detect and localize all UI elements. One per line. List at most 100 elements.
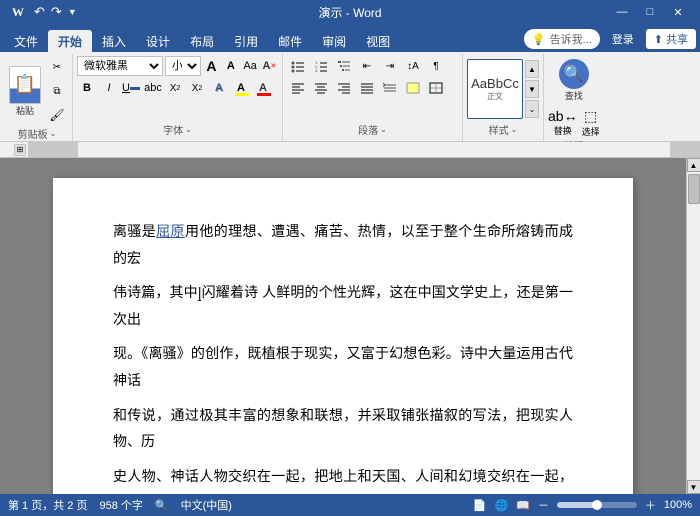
scroll-thumb[interactable] — [688, 174, 700, 204]
zoom-handle[interactable] — [592, 500, 602, 510]
format-painter-btn[interactable]: 🖌 — [46, 104, 68, 126]
scroll-up-btn[interactable]: ▲ — [687, 158, 700, 172]
paste-btn[interactable]: 📋 粘贴 — [6, 63, 44, 120]
clipboard-expand[interactable]: ⌄ — [50, 129, 57, 138]
document-area: 离骚是屈原用他的理想、遭遇、痛苦、热情，以至于整个生命所熔铸而成的宏 伟诗篇，其… — [0, 158, 700, 494]
font-size-select[interactable]: 小四 — [165, 56, 201, 76]
ribbon-tabs: 文件开始插入设计布局引用邮件审阅视图 — [0, 30, 400, 52]
decrease-indent-btn[interactable]: ⇤ — [356, 56, 378, 76]
view-read-btn[interactable]: 📖 — [516, 499, 530, 512]
increase-indent-btn[interactable]: ⇥ — [379, 56, 401, 76]
ribbon-tab-开始[interactable]: 开始 — [48, 30, 92, 52]
status-left: 第 1 页，共 2 页 958 个字 🔍 中文(中国) — [8, 497, 232, 513]
font-expand[interactable]: ⌄ — [185, 125, 192, 134]
para-expand[interactable]: ⌄ — [380, 125, 387, 134]
borders-btn[interactable] — [425, 78, 447, 98]
ribbon-tab-布局[interactable]: 布局 — [180, 30, 224, 52]
scroll-down-btn[interactable]: ▼ — [687, 480, 700, 494]
ruler-toggle[interactable]: ⊞ — [14, 144, 26, 156]
ribbon-tab-审阅[interactable]: 审阅 — [312, 30, 356, 52]
highlighted-text[interactable]: 屈原 — [156, 223, 185, 239]
multilevel-btn[interactable] — [333, 56, 355, 76]
numbering-btn[interactable]: 1.2.3. — [310, 56, 332, 76]
window-title: 演示 - Word — [318, 4, 381, 21]
font-group: 微软雅黑 小四 A A Aa A✕ B I U abc X2 X2 A — [73, 54, 283, 141]
sort-btn[interactable]: ↕A — [402, 56, 424, 76]
paste-label: 粘贴 — [16, 104, 34, 117]
ruler-left-margin — [28, 142, 78, 157]
find-label: 查找 — [565, 89, 583, 102]
svg-text:3.: 3. — [315, 68, 318, 73]
ribbon-right-controls: 💡 告诉我... 登录 ⬆ 共享 — [524, 29, 696, 52]
paragraph-4: 和传说，通过极其丰富的想象和联想，并采取铺张描叙的写法，把现实人物、历 — [113, 402, 573, 455]
strikethrough-btn[interactable]: abc — [143, 78, 163, 98]
quick-access-dropdown[interactable]: ▼ — [68, 7, 77, 17]
share-icon: ⬆ — [654, 33, 663, 46]
close-btn[interactable]: ✕ — [664, 0, 692, 24]
superscript-btn[interactable]: X2 — [187, 78, 207, 98]
ribbon-tab-视图[interactable]: 视图 — [356, 30, 400, 52]
font-name-select[interactable]: 微软雅黑 — [77, 56, 163, 76]
para-bottom-row — [287, 78, 458, 98]
align-right-btn[interactable] — [333, 78, 355, 98]
style-more-btn[interactable]: ⌄ — [525, 100, 539, 118]
bold-btn[interactable]: B — [77, 78, 97, 98]
clipboard-label: 剪贴板 ⌄ — [18, 126, 57, 143]
clipboard-group: 📋 粘贴 ✂ ⧉ 🖌 剪贴板 ⌄ — [2, 54, 73, 141]
normal-style[interactable]: AaBbCc 正文 — [467, 59, 523, 119]
text-effect-btn[interactable]: A — [209, 78, 229, 98]
text-highlight-btn[interactable]: A — [231, 78, 251, 98]
paragraph-3: 现。《离骚》的创作，既植根于现实，又富于幻想色彩。诗中大量运用古代神话 — [113, 340, 573, 393]
styles-expand[interactable]: ⌄ — [511, 125, 518, 134]
minimize-btn[interactable]: ― — [608, 0, 636, 24]
page-container: 离骚是屈原用他的理想、遭遇、痛苦、热情，以至于整个生命所熔铸而成的宏 伟诗篇，其… — [0, 158, 686, 494]
line-spacing-btn[interactable] — [379, 78, 401, 98]
language: 中文(中国) — [181, 497, 232, 513]
italic-btn[interactable]: I — [99, 78, 119, 98]
copy-btn[interactable]: ⧉ — [46, 80, 68, 102]
editing-controls: 🔍 查找 ab↔ 替换 ⬚ 选择 — [548, 56, 600, 138]
cut-btn[interactable]: ✂ — [46, 56, 68, 78]
window-controls: ― □ ✕ — [608, 0, 692, 24]
zoom-in-btn[interactable]: ＋ — [645, 497, 656, 513]
justify-btn[interactable] — [356, 78, 378, 98]
tell-me-box[interactable]: 💡 告诉我... — [524, 29, 600, 49]
ribbon-tab-插入[interactable]: 插入 — [92, 30, 136, 52]
view-print-btn[interactable]: 📄 — [473, 499, 487, 512]
ribbon-tab-邮件[interactable]: 邮件 — [268, 30, 312, 52]
show-hide-btn[interactable]: ¶ — [425, 56, 447, 76]
select-btn[interactable]: ⬚ 选择 — [582, 108, 600, 138]
quick-access-toolbar: W ↶ ↷ ▼ — [8, 4, 77, 21]
find-btn[interactable]: 🔍 查找 — [554, 56, 594, 105]
style-scroll-down[interactable]: ▼ — [525, 80, 539, 98]
replace-btn[interactable]: ab↔ 替换 — [548, 108, 578, 138]
font-shrink-btn[interactable]: A — [222, 56, 239, 76]
paragraph-label: 段落 ⌄ — [287, 122, 458, 139]
font-color-btn[interactable]: A — [253, 78, 273, 98]
zoom-slider[interactable] — [557, 502, 637, 508]
underline-btn[interactable]: U — [121, 78, 141, 98]
clear-format-btn[interactable]: A✕ — [261, 56, 278, 76]
view-web-btn[interactable]: 🌐 — [494, 499, 508, 512]
login-btn[interactable]: 登录 — [606, 29, 640, 49]
status-bar: 第 1 页，共 2 页 958 个字 🔍 中文(中国) 📄 🌐 📖 － ＋ 10… — [0, 494, 700, 516]
bullets-btn[interactable] — [287, 56, 309, 76]
cursor-pos[interactable]: | — [198, 284, 202, 301]
paragraph-1: 离骚是屈原用他的理想、遭遇、痛苦、热情，以至于整个生命所熔铸而成的宏 — [113, 218, 573, 271]
share-btn[interactable]: ⬆ 共享 — [646, 29, 696, 49]
ribbon-tab-引用[interactable]: 引用 — [224, 30, 268, 52]
font-grow-btn[interactable]: A — [203, 56, 220, 76]
change-case-btn[interactable]: Aa — [241, 56, 258, 76]
subscript-btn[interactable]: X2 — [165, 78, 185, 98]
align-left-btn[interactable] — [287, 78, 309, 98]
style-scroll-up[interactable]: ▲ — [525, 60, 539, 78]
shading-btn[interactable] — [402, 78, 424, 98]
word-count: 958 个字 — [99, 497, 142, 513]
ribbon-tab-文件[interactable]: 文件 — [4, 30, 48, 52]
restore-btn[interactable]: □ — [636, 0, 664, 24]
align-center-btn[interactable] — [310, 78, 332, 98]
redo-btn[interactable]: ↷ — [51, 4, 62, 20]
ribbon-tab-设计[interactable]: 设计 — [136, 30, 180, 52]
undo-btn[interactable]: ↶ — [34, 4, 45, 20]
zoom-out-btn[interactable]: － — [538, 497, 549, 513]
